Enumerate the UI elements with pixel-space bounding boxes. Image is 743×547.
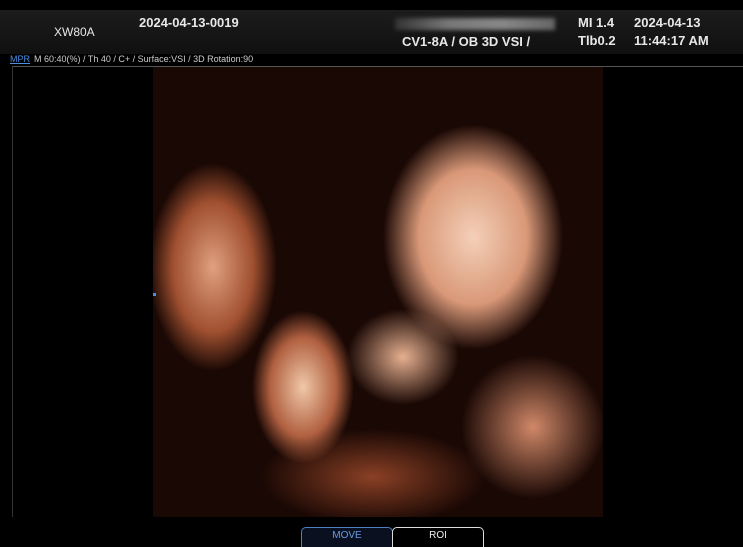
thermal-index: Tlb0.2	[578, 33, 616, 48]
mechanical-index: MI 1.4	[578, 15, 615, 30]
system-model: XW80A	[54, 25, 95, 39]
3d-fetal-render	[153, 67, 603, 517]
probe-preset: CV1-8A / OB 3D VSI /	[402, 34, 531, 49]
mpr-link[interactable]: MPR	[10, 54, 30, 64]
render-params: MPR M 60:40(%) / Th 40 / C+ / Surface:VSI…	[10, 54, 253, 64]
ultrasound-viewport[interactable]	[12, 66, 743, 517]
redacted-patient-name	[395, 18, 555, 30]
roi-button[interactable]: ROI	[392, 527, 484, 547]
exam-time: 11:44:17 AM	[634, 33, 709, 48]
move-button[interactable]: MOVE	[301, 527, 393, 547]
viewport-marker	[153, 293, 156, 296]
header-bar: XW80A 2024-04-13-0019 CV1-8A / OB 3D VSI…	[0, 10, 743, 54]
exam-date: 2024-04-13	[634, 15, 701, 30]
patient-id: 2024-04-13-0019	[139, 15, 239, 30]
render-params-text: M 60:40(%) / Th 40 / C+ / Surface:VSI / …	[34, 54, 254, 64]
